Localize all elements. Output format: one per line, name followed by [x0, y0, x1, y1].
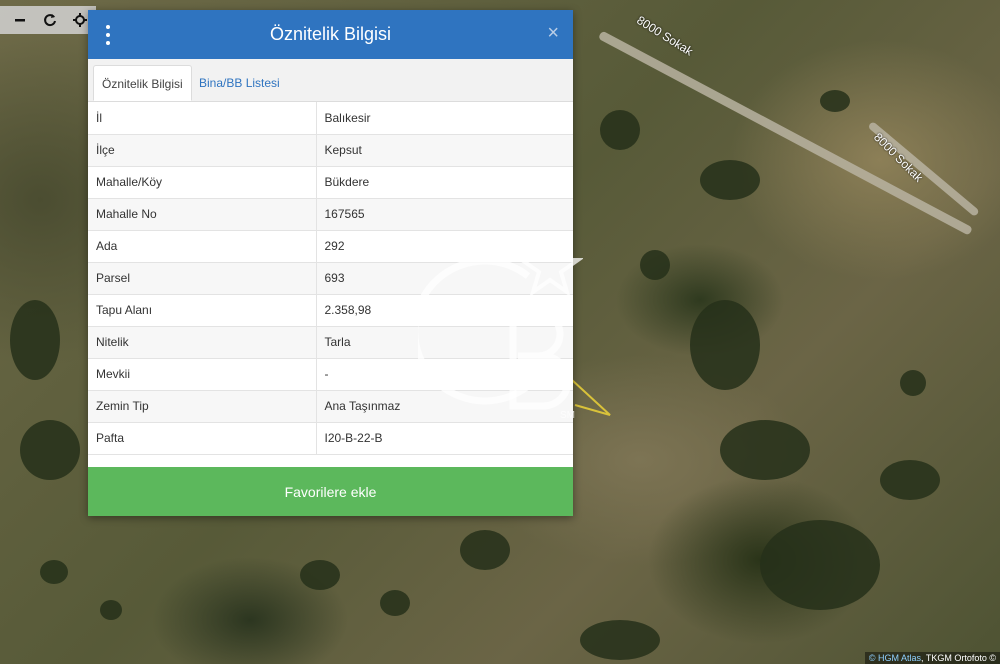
table-row: İl Balıkesir [88, 102, 573, 135]
tree [600, 110, 640, 150]
tree [640, 250, 670, 280]
table-row: Mahalle/Köy Bükdere [88, 166, 573, 199]
tree [700, 160, 760, 200]
row-value: 693 [316, 262, 573, 295]
table-row: İlçe Kepsut [88, 134, 573, 167]
row-value: Tarla [316, 326, 573, 359]
row-key: Pafta [88, 422, 317, 455]
table-row: Pafta I20-B-22-B [88, 422, 573, 455]
row-key: Tapu Alanı [88, 294, 317, 327]
attribute-info-modal: Öznitelik Bilgisi × Öznitelik Bilgisi Bi… [88, 10, 573, 516]
parcel-outline [571, 379, 611, 416]
table-row: Tapu Alanı 2.358,98 [88, 294, 573, 327]
tree [820, 90, 850, 112]
tree [20, 420, 80, 480]
tree [900, 370, 926, 396]
tree [40, 560, 68, 584]
table-row: Parsel 693 [88, 262, 573, 295]
road [597, 30, 973, 236]
tree [880, 460, 940, 500]
row-value: 292 [316, 230, 573, 263]
table-row: Nitelik Tarla [88, 326, 573, 359]
refresh-icon[interactable] [42, 12, 58, 28]
row-key: Zemin Tip [88, 390, 317, 423]
modal-title: Öznitelik Bilgisi [269, 24, 392, 44]
tab-attribute-info[interactable]: Öznitelik Bilgisi [93, 65, 192, 101]
road-label: 8000 Sokak [871, 130, 926, 185]
locate-icon[interactable] [72, 12, 88, 28]
row-key: Mevkii [88, 358, 317, 391]
attribution-text: , TKGM Ortofoto © [921, 653, 996, 663]
row-value: I20-B-22-B [316, 422, 573, 455]
more-vertical-icon[interactable] [104, 25, 112, 45]
tree [380, 590, 410, 616]
row-key: İlçe [88, 134, 317, 167]
map-toolbar [0, 6, 96, 34]
tree [460, 530, 510, 570]
tree [720, 420, 810, 480]
row-key: İl [88, 102, 317, 135]
tree [10, 300, 60, 380]
table-row: Mahalle No 167565 [88, 198, 573, 231]
modal-header: Öznitelik Bilgisi × [88, 10, 573, 59]
add-to-favorites-button[interactable]: Favorilere ekle [88, 467, 573, 516]
table-row: Zemin Tip Ana Taşınmaz [88, 390, 573, 423]
row-value: Balıkesir [316, 102, 573, 135]
row-key: Mahalle No [88, 198, 317, 231]
attribution-link[interactable]: © HGM Atlas [869, 653, 921, 663]
row-value: Kepsut [316, 134, 573, 167]
map-attribution: © HGM Atlas, TKGM Ortofoto © [864, 652, 1000, 664]
attribute-table: İl Balıkesir İlçe Kepsut Mahalle/Köy Bükder… [88, 102, 573, 455]
row-value: 2.358,98 [316, 294, 573, 327]
table-row: Ada 292 [88, 230, 573, 263]
table-row: Mevkii - [88, 358, 573, 391]
tabs-bar: Öznitelik Bilgisi Bina/BB Listesi [88, 59, 573, 102]
row-key: Mahalle/Köy [88, 166, 317, 199]
tab-building-list[interactable]: Bina/BB Listesi [191, 65, 288, 101]
row-value: Bükdere [316, 166, 573, 199]
row-value: - [316, 358, 573, 391]
tree [100, 600, 122, 620]
tree [300, 560, 340, 590]
tree [760, 520, 880, 610]
close-icon[interactable]: × [547, 23, 559, 43]
tree [580, 620, 660, 660]
tree [690, 300, 760, 390]
row-key: Ada [88, 230, 317, 263]
row-key: Nitelik [88, 326, 317, 359]
minus-icon[interactable] [12, 12, 28, 28]
row-value: 167565 [316, 198, 573, 231]
row-key: Parsel [88, 262, 317, 295]
row-value: Ana Taşınmaz [316, 390, 573, 423]
